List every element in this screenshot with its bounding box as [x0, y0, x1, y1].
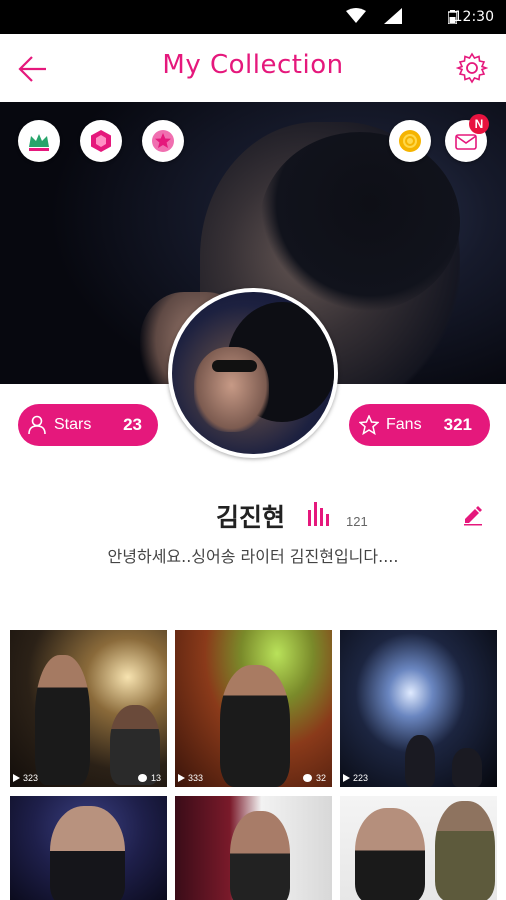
photo-thumbnail[interactable]: 323 13 [10, 630, 167, 787]
crown-icon [29, 134, 49, 151]
gem-badge[interactable] [80, 120, 122, 162]
fans-label: Fans [386, 416, 422, 433]
person-icon [28, 415, 46, 435]
gear-icon[interactable] [456, 52, 488, 84]
photo-thumbnail[interactable]: 333 32 [175, 630, 332, 787]
status-time: 12:30 [453, 9, 494, 25]
gem-icon [91, 130, 111, 152]
wifi-icon [346, 8, 366, 23]
fans-count: 321 [443, 415, 472, 434]
photo-thumbnail[interactable] [175, 796, 332, 900]
crown-badge[interactable] [18, 120, 60, 162]
play-count: 323 [23, 773, 39, 783]
coin-icon [399, 130, 421, 152]
play-count: 223 [353, 773, 369, 783]
mail-badge[interactable]: N [445, 114, 489, 162]
coin-badge[interactable] [389, 120, 431, 162]
comment-count: 13 [150, 773, 161, 783]
profile-name: 김진현 [216, 503, 286, 532]
star-icon [152, 130, 174, 152]
play-count: 333 [188, 773, 204, 783]
signal-icon [384, 8, 402, 24]
photo-thumbnail[interactable] [10, 796, 167, 900]
fans-button[interactable]: Fans 321 [349, 404, 490, 446]
star-badge[interactable] [142, 120, 184, 162]
avatar[interactable] [168, 288, 338, 458]
profile-bio: 안녕하세요..싱어송 라이터 김진현입니다.... [107, 547, 399, 566]
comment-count: 32 [315, 773, 326, 783]
stars-count: 23 [123, 415, 142, 434]
star-outline-icon [359, 415, 379, 435]
equalizer-icon [308, 502, 329, 526]
stars-label: Stars [54, 416, 92, 433]
pencil-icon[interactable] [462, 504, 484, 526]
notification-badge: N [469, 114, 489, 134]
photo-thumbnail[interactable] [340, 796, 497, 900]
photo-thumbnail[interactable]: 223 [340, 630, 497, 787]
app-bar: My Collection [0, 34, 506, 102]
page-title: My Collection [162, 50, 344, 80]
profile-count: 121 [346, 514, 368, 529]
stars-button[interactable]: Stars 23 [18, 404, 158, 446]
status-bar: 12:30 [0, 0, 506, 34]
